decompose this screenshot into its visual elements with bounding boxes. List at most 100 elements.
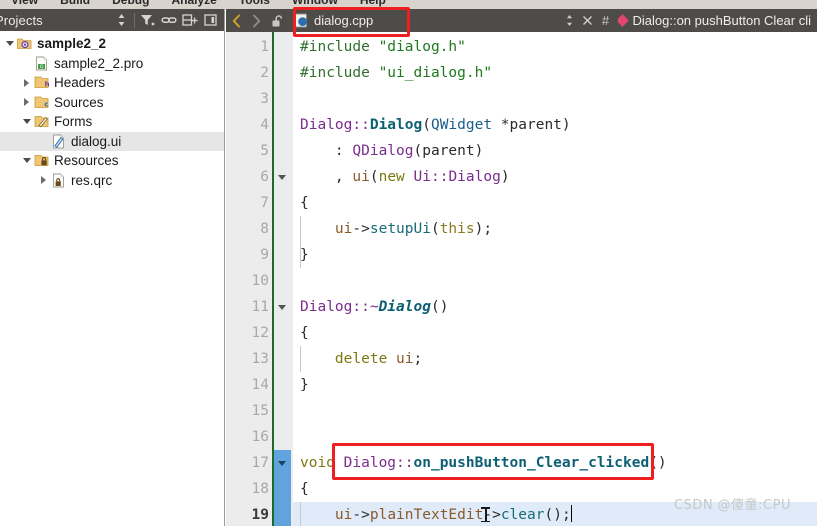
code-line[interactable]: 3	[226, 86, 817, 112]
menu-bar[interactable]: View Build Debug Analyze Tools Window Help	[0, 0, 817, 9]
line-number: 9	[260, 247, 269, 263]
code-text[interactable]: Dialog::~Dialog()	[300, 294, 448, 320]
line-number: 7	[260, 195, 269, 211]
link-icon[interactable]	[158, 10, 179, 30]
twisty-placeholder	[37, 132, 50, 151]
code-editor[interactable]: 1 #include "dialog.h" 2 #include "ui_dialog…	[226, 32, 817, 526]
tree-item-resources[interactable]: Resources	[0, 151, 224, 171]
qrc-file-icon	[50, 172, 67, 189]
code-line[interactable]: 13 delete ui;	[226, 346, 817, 372]
chevron-left-icon[interactable]	[226, 10, 246, 32]
close-panel-icon[interactable]	[200, 10, 221, 30]
menu-item-view[interactable]: View	[0, 0, 49, 7]
code-text[interactable]: {	[300, 320, 309, 346]
sources-icon: c	[33, 94, 50, 111]
menu-item-tools[interactable]: Tools	[228, 0, 281, 7]
tree-item-label: sample2_2	[37, 36, 107, 51]
project-icon	[16, 35, 33, 52]
code-text[interactable]: ui->plainTextEdit->clear();	[300, 502, 572, 526]
code-text[interactable]: #include "ui_dialog.h"	[300, 60, 492, 86]
current-symbol-breadcrumb[interactable]: Dialog::on pushButton Clear cli	[617, 13, 817, 28]
code-line[interactable]: 2 #include "ui_dialog.h"	[226, 60, 817, 86]
chevron-down-icon[interactable]	[20, 112, 33, 131]
code-line[interactable]: 8 ui->setupUi(this);	[226, 216, 817, 242]
tree-item-label: Sources	[54, 94, 104, 110]
tree-item-label: sample2_2.pro	[54, 55, 144, 71]
code-text[interactable]: , ui(new Ui::Dialog)	[300, 164, 510, 190]
editor-tab-dialog-cpp[interactable]: dialog.cpp	[288, 9, 382, 32]
code-line[interactable]: 12 {	[226, 320, 817, 346]
tree-item-headers[interactable]: h Headers	[0, 73, 224, 93]
document-list-icon[interactable]	[562, 10, 578, 32]
fold-toggle-icon[interactable]	[278, 461, 286, 466]
editor-tab-label: dialog.cpp	[314, 13, 374, 28]
line-number: 1	[260, 39, 269, 55]
add-split-icon[interactable]	[179, 10, 200, 30]
sync-selection-icon[interactable]	[111, 10, 132, 30]
fold-toggle-icon[interactable]	[278, 175, 286, 180]
code-text[interactable]: Dialog::Dialog(QWidget *parent)	[300, 112, 571, 138]
code-line[interactable]: 4 Dialog::Dialog(QWidget *parent)	[226, 112, 817, 138]
ui-file-icon	[50, 133, 67, 150]
projects-dock-title: Projects	[0, 12, 43, 28]
tree-item-sources[interactable]: c Sources	[0, 93, 224, 113]
line-number: 17	[251, 455, 269, 471]
line-number: 19	[251, 507, 269, 523]
code-text[interactable]: : QDialog(parent)	[300, 138, 483, 164]
tree-item-dialog-ui[interactable]: dialog.ui	[0, 131, 224, 151]
forms-icon	[33, 113, 50, 130]
code-text[interactable]: delete ui;	[300, 346, 422, 372]
menu-item-debug[interactable]: Debug	[101, 0, 160, 7]
line-number: 2	[260, 65, 269, 81]
code-text[interactable]: }	[300, 372, 309, 398]
line-number: 15	[251, 403, 269, 419]
close-document-icon[interactable]	[580, 10, 596, 32]
qt-creator-window: ViewBuildDebugAnalyzeToolsWindowHelp Pro…	[0, 0, 817, 526]
split-icon[interactable]: #	[598, 10, 614, 32]
menu-item-window[interactable]: Window	[281, 0, 349, 7]
filter-icon[interactable]	[137, 10, 158, 30]
code-line[interactable]: 15	[226, 398, 817, 424]
code-line[interactable]: 14}	[226, 372, 817, 398]
code-text[interactable]: {	[300, 190, 309, 216]
code-text[interactable]: void Dialog::on_pushButton_Clear_clicked…	[300, 450, 667, 476]
line-number: 5	[260, 143, 269, 159]
code-line[interactable]: 1 #include "dialog.h"	[226, 34, 817, 60]
code-line[interactable]: 6 , ui(new Ui::Dialog)	[226, 164, 817, 190]
code-line[interactable]: 16	[226, 424, 817, 450]
tree-item-label: Headers	[54, 75, 106, 90]
code-line[interactable]: 5 : QDialog(parent)	[226, 138, 817, 164]
chevron-down-icon[interactable]	[20, 151, 33, 170]
chevron-down-icon[interactable]	[3, 34, 16, 53]
code-line[interactable]: 17 void Dialog::on_pushButton_Clear_click…	[226, 450, 817, 476]
fold-toggle-icon[interactable]	[278, 305, 286, 310]
code-line[interactable]: 10	[226, 268, 817, 294]
code-text[interactable]: #include "dialog.h"	[300, 34, 466, 60]
code-text[interactable]: {	[300, 476, 309, 502]
chevron-right-icon[interactable]	[37, 171, 50, 190]
chevron-right-icon[interactable]	[20, 93, 33, 112]
tree-item-sample2-2-pro[interactable]: Qsample2_2.pro	[0, 54, 224, 74]
tree-item-forms[interactable]: Forms	[0, 112, 224, 132]
menu-item-analyze[interactable]: Analyze	[160, 0, 227, 7]
line-number: 3	[260, 91, 269, 107]
projects-dock-toolbar	[111, 9, 221, 31]
tree-item-sample2-2[interactable]: sample2_2	[0, 34, 224, 54]
line-number: 4	[260, 117, 269, 133]
code-line[interactable]: 7{	[226, 190, 817, 216]
current-symbol-label: Dialog::on pushButton Clear cli	[632, 13, 812, 28]
code-line[interactable]: 11 Dialog::~Dialog()	[226, 294, 817, 320]
code-text[interactable]: ui->setupUi(this);	[300, 216, 492, 242]
unlocked-padlock-icon[interactable]	[266, 10, 288, 32]
line-number: 18	[251, 481, 269, 497]
tree-item-res-qrc[interactable]: res.qrc	[0, 171, 224, 191]
editor-tab-bar: dialog.cpp # Dialog::on pushButton Clear…	[226, 9, 817, 32]
menu-item-help[interactable]: Help	[349, 0, 397, 7]
code-line[interactable]: 9}	[226, 242, 817, 268]
code-text[interactable]: }	[300, 242, 309, 268]
line-number: 11	[251, 299, 269, 315]
menu-item-build[interactable]: Build	[49, 0, 101, 7]
chevron-right-icon[interactable]	[20, 73, 33, 92]
project-tree[interactable]: sample2_2 Qsample2_2.pro h Headers c Sources F…	[0, 31, 224, 190]
chevron-right-icon[interactable]	[246, 10, 266, 32]
